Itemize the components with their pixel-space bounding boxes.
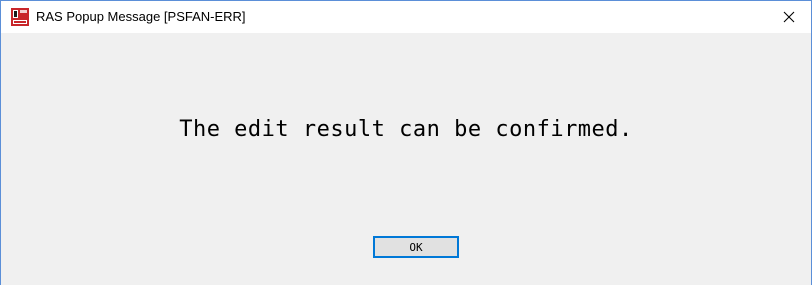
window-title: RAS Popup Message [PSFAN-ERR] <box>36 9 246 24</box>
ras-app-icon <box>11 8 29 26</box>
close-icon[interactable] <box>783 11 795 23</box>
ok-button[interactable]: OK <box>373 236 459 258</box>
dialog-body: The edit result can be confirmed. OK <box>1 33 811 285</box>
popup-message: The edit result can be confirmed. <box>179 117 633 142</box>
popup-window: RAS Popup Message [PSFAN-ERR] The edit r… <box>0 0 812 285</box>
title-bar[interactable]: RAS Popup Message [PSFAN-ERR] <box>1 1 811 33</box>
close-button[interactable] <box>767 1 811 33</box>
